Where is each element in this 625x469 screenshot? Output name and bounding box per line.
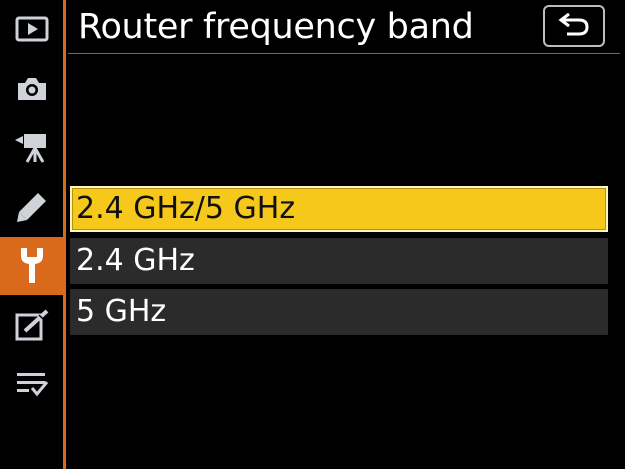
sidebar-item-movie-shooting[interactable] xyxy=(0,119,63,177)
sidebar-item-setup[interactable] xyxy=(0,237,63,295)
retouch-icon xyxy=(15,309,49,341)
option-2-4ghz-5ghz[interactable]: 2.4 GHz/5 GHz xyxy=(70,186,608,232)
sidebar-item-retouch[interactable] xyxy=(0,296,63,354)
page-title: Router frequency band xyxy=(78,7,474,47)
return-arrow-icon xyxy=(557,10,591,42)
header-divider xyxy=(68,53,620,54)
sidebar-item-custom-settings[interactable] xyxy=(0,178,63,236)
playback-icon xyxy=(15,16,49,42)
option-5ghz[interactable]: 5 GHz xyxy=(70,289,608,335)
camera-icon xyxy=(15,75,49,103)
movie-camera-icon xyxy=(14,132,50,164)
my-menu-icon xyxy=(15,370,49,398)
sidebar-item-photo-shooting[interactable] xyxy=(0,60,63,118)
back-button[interactable] xyxy=(543,5,605,47)
sidebar xyxy=(0,0,63,469)
sidebar-item-my-menu[interactable] xyxy=(0,355,63,413)
pencil-icon xyxy=(16,191,48,223)
option-2-4ghz[interactable]: 2.4 GHz xyxy=(70,238,608,284)
camera-menu-screen: Router frequency band 2.4 GHz/5 GHz 2.4 … xyxy=(0,0,625,469)
sidebar-divider xyxy=(63,0,66,469)
wrench-icon xyxy=(17,246,47,286)
sidebar-item-playback[interactable] xyxy=(0,0,63,58)
